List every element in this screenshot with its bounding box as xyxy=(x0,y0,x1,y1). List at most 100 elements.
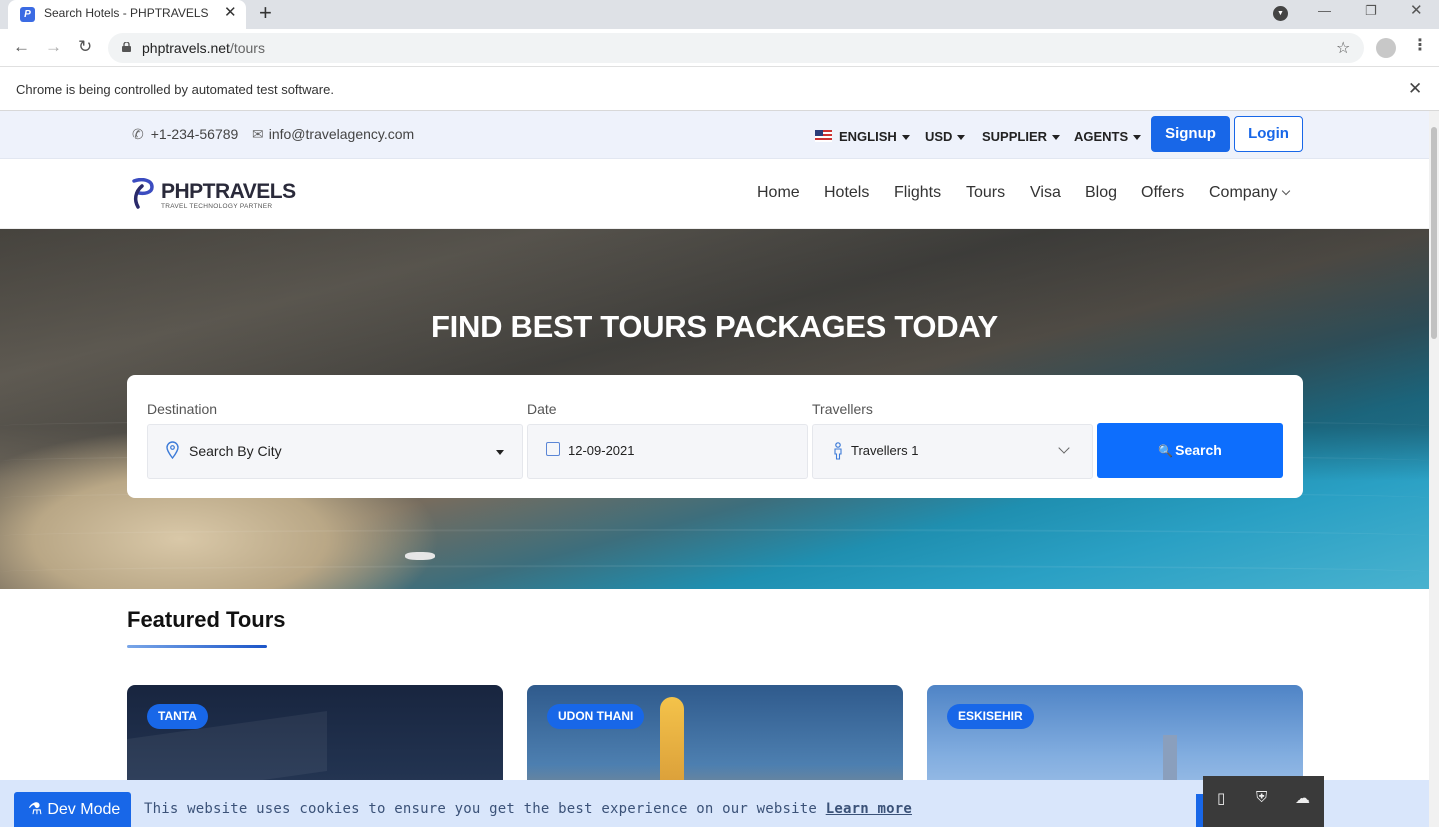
language-label: ENGLISH xyxy=(839,129,897,144)
nav-visa[interactable]: Visa xyxy=(1030,184,1061,202)
search-icon: 🔍 xyxy=(1158,444,1174,458)
omnibox[interactable]: phptravels.net/tours ☆ xyxy=(108,33,1364,63)
chevron-down-icon xyxy=(1282,186,1291,196)
system-tray-popup: ▯ ⛨ ☁ xyxy=(1203,776,1324,827)
profile-icon[interactable] xyxy=(1376,38,1396,58)
lock-icon xyxy=(122,42,131,52)
person-icon xyxy=(834,442,842,460)
heading-underline xyxy=(127,645,267,648)
cookie-text: This website uses cookies to ensure you … xyxy=(144,801,818,817)
mail-icon: ✉ xyxy=(252,126,264,142)
calendar-icon xyxy=(546,442,560,456)
automation-infobar: Chrome is being controlled by automated … xyxy=(0,67,1439,111)
caret-down-icon xyxy=(496,450,504,455)
chevron-down-icon xyxy=(1058,442,1070,454)
caret-down-icon xyxy=(1133,135,1142,141)
map-pin-icon xyxy=(166,441,179,459)
bookmark-star-icon[interactable]: ☆ xyxy=(1336,38,1350,58)
caret-down-icon xyxy=(901,135,910,141)
date-field[interactable]: 12-09-2021 xyxy=(527,424,808,479)
address-bar: ← → ↻ phptravels.net/tours ☆ ⋮ xyxy=(0,29,1439,67)
cloud-off-icon[interactable]: ☁ xyxy=(1295,789,1310,807)
main-navigation: PHPTRAVELS TRAVEL TECHNOLOGY PARTNER Hom… xyxy=(0,159,1429,229)
email-contact[interactable]: ✉ info@travelagency.com xyxy=(252,126,414,143)
travellers-value: Travellers 1 xyxy=(851,443,919,458)
supplier-label: SUPPLIER xyxy=(982,129,1048,144)
login-button[interactable]: Login xyxy=(1234,116,1303,152)
nav-hotels[interactable]: Hotels xyxy=(824,184,869,202)
travellers-label: Travellers xyxy=(812,401,873,417)
logo-name: PHPTRAVELS xyxy=(161,180,296,203)
infobar-text: Chrome is being controlled by automated … xyxy=(16,82,334,97)
destination-value: Search By City xyxy=(189,443,282,459)
phone-contact[interactable]: ✆ +1-234-56789 xyxy=(132,126,238,143)
back-icon[interactable]: ← xyxy=(13,37,30,57)
tour-city-badge: TANTA xyxy=(147,704,208,729)
page-viewport: ✆ +1-234-56789 ✉ info@travelagency.com ENG… xyxy=(0,111,1429,827)
nav-flights[interactable]: Flights xyxy=(894,184,941,202)
language-dropdown[interactable]: ENGLISH xyxy=(815,129,910,144)
scrollbar-thumb[interactable] xyxy=(1431,127,1437,339)
agents-dropdown[interactable]: AGENTS xyxy=(1074,129,1142,144)
cookie-message: This website uses cookies to ensure you … xyxy=(144,801,912,817)
supplier-dropdown[interactable]: SUPPLIER xyxy=(982,129,1061,144)
url-path: /tours xyxy=(229,40,265,56)
tour-city-badge: UDON THANI xyxy=(547,704,645,729)
nav-company-label: Company xyxy=(1209,184,1278,201)
usb-icon[interactable]: ▯ xyxy=(1217,789,1225,807)
caret-down-icon xyxy=(957,135,966,141)
search-button[interactable]: 🔍 Search xyxy=(1097,423,1283,478)
top-info-bar: ✆ +1-234-56789 ✉ info@travelagency.com ENG… xyxy=(0,111,1429,159)
security-shield-icon[interactable]: ⛨ xyxy=(1256,789,1267,806)
hero-wave xyxy=(0,565,1429,579)
destination-select[interactable]: Search By City xyxy=(147,424,523,479)
tab-title: Search Hotels - PHPTRAVELS xyxy=(44,6,209,20)
site-logo[interactable]: PHPTRAVELS TRAVEL TECHNOLOGY PARTNER xyxy=(130,178,296,212)
us-flag-icon xyxy=(815,130,832,142)
restore-icon[interactable]: ❐ xyxy=(1365,0,1377,22)
browser-menu-icon[interactable]: ⋮ xyxy=(1412,35,1428,55)
nav-company[interactable]: Company xyxy=(1209,184,1291,202)
close-window-icon[interactable]: ✕ xyxy=(1410,0,1423,22)
new-tab-icon[interactable]: + xyxy=(259,1,272,25)
destination-label: Destination xyxy=(147,401,218,417)
boat-shape xyxy=(405,552,435,560)
dev-mode-label: Dev Mode xyxy=(47,801,121,818)
page-scrollbar[interactable] xyxy=(1429,111,1439,827)
currency-label: USD xyxy=(925,129,953,144)
featured-tours-heading: Featured Tours xyxy=(127,607,286,632)
agents-label: AGENTS xyxy=(1074,129,1129,144)
favicon-icon: P xyxy=(20,7,35,22)
url-host: phptravels.net xyxy=(142,40,230,56)
signup-button[interactable]: Signup xyxy=(1151,116,1230,152)
nav-blog[interactable]: Blog xyxy=(1085,184,1117,202)
minimize-icon[interactable]: — xyxy=(1318,0,1331,22)
phone-number: +1-234-56789 xyxy=(150,126,239,142)
learn-more-link[interactable]: Learn more xyxy=(826,801,912,817)
date-value: 12-09-2021 xyxy=(568,443,635,458)
tab-search-icon[interactable]: ▼ xyxy=(1273,6,1288,21)
currency-dropdown[interactable]: USD xyxy=(925,129,966,144)
nav-offers[interactable]: Offers xyxy=(1141,184,1184,202)
tour-city-badge: ESKISEHIR xyxy=(947,704,1034,729)
url-text: phptravels.net/tours xyxy=(142,40,265,56)
search-button-label: Search xyxy=(1175,442,1222,458)
logo-mark-icon xyxy=(132,178,154,209)
infobar-close-icon[interactable]: ✕ xyxy=(1408,79,1422,99)
tour-search-form: Destination Search By City Date 12-09-20… xyxy=(127,375,1303,498)
nav-tours[interactable]: Tours xyxy=(966,184,1005,202)
email-address: info@travelagency.com xyxy=(268,126,415,142)
forward-icon[interactable]: → xyxy=(45,37,62,57)
phone-icon: ✆ xyxy=(132,126,144,142)
dev-mode-button[interactable]: ⚗ Dev Mode xyxy=(14,792,131,827)
browser-tab[interactable]: P Search Hotels - PHPTRAVELS ✕ xyxy=(8,0,246,29)
browser-tab-strip: P Search Hotels - PHPTRAVELS ✕ + ▼ — ❐ ✕ xyxy=(0,0,1439,29)
flask-icon: ⚗ xyxy=(28,801,43,818)
travellers-dropdown[interactable]: Travellers 1 xyxy=(812,424,1093,479)
caret-down-icon xyxy=(1052,135,1061,141)
logo-tagline: TRAVEL TECHNOLOGY PARTNER xyxy=(161,203,273,210)
reload-icon[interactable]: ↻ xyxy=(78,37,92,57)
close-tab-icon[interactable]: ✕ xyxy=(224,4,237,22)
date-label: Date xyxy=(527,401,557,417)
nav-home[interactable]: Home xyxy=(757,184,800,202)
